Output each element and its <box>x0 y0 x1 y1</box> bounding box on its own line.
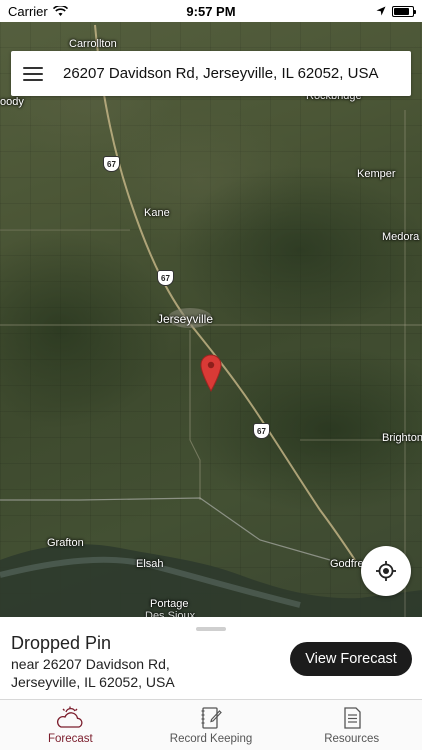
cloud-sun-icon <box>57 706 83 728</box>
pin-address: near 26207 Davidson Rd, Jerseyville, IL … <box>11 655 261 691</box>
tab-record-keeping[interactable]: Record Keeping <box>141 700 282 750</box>
map-pin-icon <box>200 354 222 393</box>
map-label-elsah: Elsah <box>136 558 164 570</box>
route-67-shield: 67 <box>253 423 270 439</box>
dropped-pin-marker[interactable] <box>200 354 222 393</box>
battery-icon <box>392 5 416 17</box>
status-time: 9:57 PM <box>186 3 236 19</box>
hamburger-menu-button[interactable] <box>11 51 55 96</box>
map-label-kane: Kane <box>144 207 170 219</box>
address-search-text[interactable]: 26207 Davidson Rd, Jerseyville, IL 62052… <box>63 65 378 82</box>
map-label-portage: Portage <box>150 598 189 610</box>
pin-address-line2: Jerseyville, IL 62052, USA <box>11 674 175 690</box>
route-67-shield: 67 <box>157 270 174 286</box>
document-icon <box>344 707 361 729</box>
status-bar: Carrier 9:57 PM <box>0 0 422 22</box>
menu-line <box>23 72 43 75</box>
menu-line <box>23 66 43 69</box>
sheet-grabber-handle[interactable] <box>196 627 226 631</box>
tab-bar: Forecast Record Keeping Resources <box>0 699 422 750</box>
map-label-woody: oody <box>0 96 24 108</box>
tab-resources[interactable]: Resources <box>281 700 422 750</box>
address-search-bar[interactable]: 26207 Davidson Rd, Jerseyville, IL 62052… <box>11 51 411 96</box>
tab-forecast[interactable]: Forecast <box>0 700 141 750</box>
battery-level <box>394 7 410 15</box>
map-label-grafton: Grafton <box>47 537 84 549</box>
map-label-brighton: Brighton <box>382 432 422 444</box>
map-label-medora: Medora <box>382 231 420 243</box>
tab-forecast-label: Forecast <box>47 733 93 745</box>
map-label-kemper: Kemper <box>357 168 396 180</box>
location-arrow-icon <box>376 6 386 16</box>
pin-address-line1: near 26207 Davidson Rd, <box>11 656 170 672</box>
carrier-label: Carrier <box>8 3 48 19</box>
view-forecast-button[interactable]: View Forecast <box>290 642 412 676</box>
dropped-pin-sheet[interactable]: Dropped Pin near 26207 Davidson Rd, Jers… <box>0 617 422 699</box>
notebook-pencil-icon <box>201 707 222 729</box>
map-label-jerseyville: Jerseyville <box>157 312 214 326</box>
route-67-shield: 67 <box>103 156 120 172</box>
locate-me-button[interactable] <box>361 546 411 596</box>
map-label-godfrey: Godfre <box>330 558 364 570</box>
pin-title: Dropped Pin <box>11 633 112 653</box>
crosshair-locate-icon <box>376 561 396 581</box>
map-label-carrollton: Carrollton <box>69 38 117 50</box>
wifi-icon <box>52 5 68 16</box>
menu-line <box>23 78 43 81</box>
tab-resources-label: Resources <box>324 733 380 745</box>
tab-record-keeping-label: Record Keeping <box>169 733 253 745</box>
